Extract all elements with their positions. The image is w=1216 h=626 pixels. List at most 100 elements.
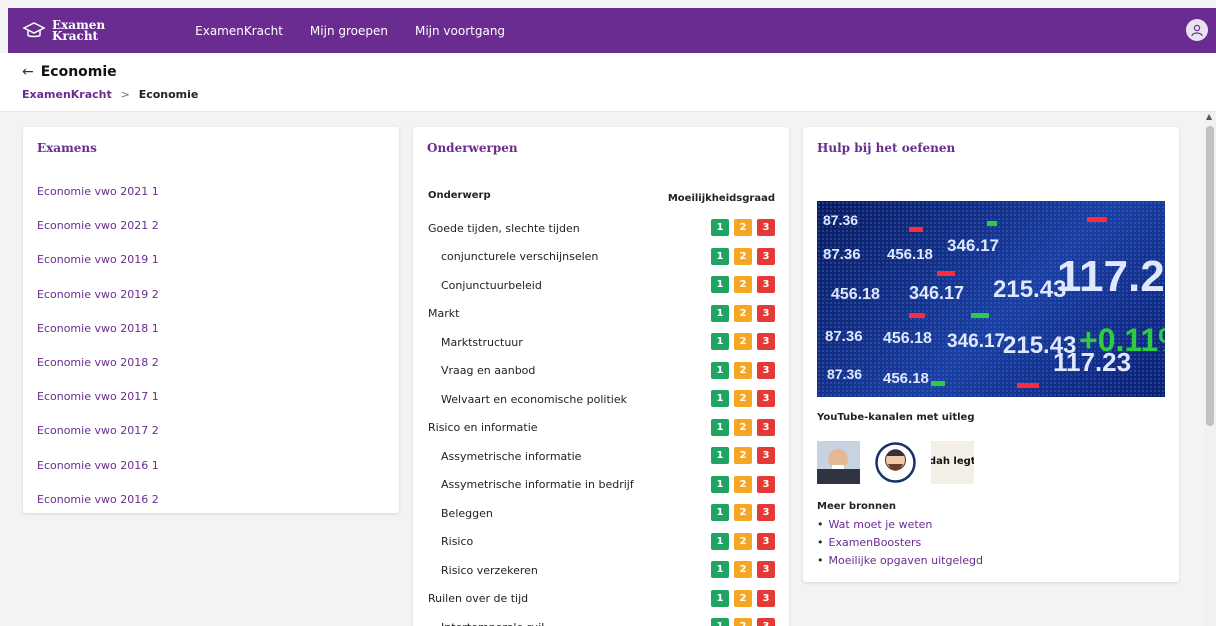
difficulty-3-button[interactable]: 3 <box>757 618 775 626</box>
table-row: Risico 1 2 3 <box>413 528 789 557</box>
difficulty-1-button[interactable]: 1 <box>711 447 729 464</box>
difficulty-1-button[interactable]: 1 <box>711 532 729 550</box>
topic-name: conjuncturele verschijnselen <box>441 250 599 264</box>
difficulty-3-button[interactable]: 3 <box>757 589 775 607</box>
difficulty-2-button[interactable]: 2 <box>734 418 752 436</box>
difficulty-1-button[interactable]: 1 <box>711 247 729 265</box>
ticker-number: 346.17 <box>947 236 999 255</box>
difficulty-3-button[interactable]: 3 <box>757 447 775 464</box>
topic-name: Marktstructuur <box>441 335 523 349</box>
difficulty-3-button[interactable]: 3 <box>757 276 775 293</box>
difficulty-1-button[interactable]: 1 <box>711 390 729 407</box>
difficulty-3-button[interactable]: 3 <box>757 504 775 521</box>
exam-link[interactable]: Economie vwo 2018 1 <box>37 322 159 335</box>
difficulty-2-button[interactable]: 2 <box>734 333 752 350</box>
difficulty-2-button[interactable]: 2 <box>734 304 752 322</box>
difficulty-1-button[interactable]: 1 <box>711 333 729 350</box>
difficulty-badges: 123 <box>706 589 775 607</box>
table-row: Welvaart en economische politiek 1 2 3 <box>413 385 789 414</box>
topic-name: Risico <box>441 535 474 549</box>
exam-link[interactable]: Economie vwo 2017 2 <box>37 424 159 437</box>
nav-link-examenkracht[interactable]: ExamenKracht <box>195 24 283 38</box>
difficulty-1-button[interactable]: 1 <box>711 418 729 436</box>
difficulty-1-button[interactable]: 1 <box>711 504 729 521</box>
exam-link[interactable]: Economie vwo 2019 1 <box>37 253 159 266</box>
list-item: Economie vwo 2016 1 <box>37 454 159 488</box>
exam-link[interactable]: Economie vwo 2016 2 <box>37 493 159 506</box>
brand-line-2: Kracht <box>52 28 99 43</box>
difficulty-2-button[interactable]: 2 <box>734 276 752 293</box>
channel-avatar-3[interactable]: feddah legt uit <box>931 441 974 484</box>
brand-logo[interactable]: Examen Kracht <box>22 19 105 43</box>
difficulty-1-button[interactable]: 1 <box>711 475 729 493</box>
ticker-number: 87.36 <box>823 246 861 263</box>
difficulty-2-button[interactable]: 2 <box>734 504 752 521</box>
stock-ticker-graphic: 87.36 87.36 456.18 346.17 456.18 346.17 … <box>817 201 1165 397</box>
nav-link-mijn-groepen[interactable]: Mijn groepen <box>310 24 388 38</box>
difficulty-2-button[interactable]: 2 <box>734 618 752 626</box>
scrollbar-thumb[interactable] <box>1206 126 1214 426</box>
scroll-up-arrow-icon[interactable]: ▲ <box>1206 112 1212 121</box>
difficulty-3-button[interactable]: 3 <box>757 532 775 550</box>
youtube-channel-list: feddah legt uit <box>817 441 988 484</box>
exam-list: Economie vwo 2021 1 Economie vwo 2021 2 … <box>37 180 159 522</box>
difficulty-1-button[interactable]: 1 <box>711 589 729 607</box>
back-arrow-icon[interactable]: ← <box>22 64 34 80</box>
exams-card-title: Examens <box>37 141 97 155</box>
resource-link[interactable]: Wat moet je weten <box>829 518 933 531</box>
difficulty-2-button[interactable]: 2 <box>734 561 752 578</box>
difficulty-2-button[interactable]: 2 <box>734 219 752 236</box>
resource-link[interactable]: Moeilijke opgaven uitgelegd <box>829 554 984 567</box>
table-row: Goede tijden, slechte tijden 1 2 3 <box>413 214 789 243</box>
difficulty-3-button[interactable]: 3 <box>757 475 775 493</box>
difficulty-badges: 123 <box>706 276 775 293</box>
channel-avatar-2[interactable] <box>874 441 917 484</box>
difficulty-3-button[interactable]: 3 <box>757 333 775 350</box>
difficulty-2-button[interactable]: 2 <box>734 390 752 407</box>
difficulty-1-button[interactable]: 1 <box>711 276 729 293</box>
difficulty-2-button[interactable]: 2 <box>734 475 752 493</box>
difficulty-badges: 123 <box>706 390 775 407</box>
difficulty-3-button[interactable]: 3 <box>757 361 775 379</box>
topic-name: Intertemporele ruil <box>441 621 544 626</box>
channel-avatar-1[interactable] <box>817 441 860 484</box>
help-card-title: Hulp bij het oefenen <box>817 141 956 155</box>
exam-link[interactable]: Economie vwo 2017 1 <box>37 390 159 403</box>
stock-ticker-image: 87.36 87.36 456.18 346.17 456.18 346.17 … <box>817 201 1165 397</box>
exam-link[interactable]: Economie vwo 2021 2 <box>37 219 159 232</box>
difficulty-1-button[interactable]: 1 <box>711 304 729 322</box>
difficulty-2-button[interactable]: 2 <box>734 247 752 265</box>
exam-link[interactable]: Economie vwo 2019 2 <box>37 288 159 301</box>
exam-link[interactable]: Economie vwo 2021 1 <box>37 185 159 198</box>
breadcrumb-link-home[interactable]: ExamenKracht <box>22 88 112 101</box>
channel-3-text: feddah legt uit <box>931 456 974 467</box>
difficulty-3-button[interactable]: 3 <box>757 304 775 322</box>
ticker-number: 346.17 <box>909 283 964 303</box>
ticker-number: 346.17 <box>947 331 1005 352</box>
back-row: ← Economie <box>22 64 117 80</box>
resource-link[interactable]: ExamenBoosters <box>829 536 922 549</box>
difficulty-1-button[interactable]: 1 <box>711 618 729 626</box>
user-menu-button[interactable] <box>1186 19 1208 41</box>
exam-link[interactable]: Economie vwo 2016 1 <box>37 459 159 472</box>
topic-table-body: Goede tijden, slechte tijden 1 2 3 conjunctu… <box>413 214 789 626</box>
difficulty-2-button[interactable]: 2 <box>734 589 752 607</box>
difficulty-3-button[interactable]: 3 <box>757 247 775 265</box>
difficulty-1-button[interactable]: 1 <box>711 361 729 379</box>
difficulty-3-button[interactable]: 3 <box>757 390 775 407</box>
difficulty-2-button[interactable]: 2 <box>734 532 752 550</box>
ticker-number: 456.18 <box>883 370 929 387</box>
page-scrollbar[interactable]: ▲ <box>1204 112 1216 626</box>
difficulty-2-button[interactable]: 2 <box>734 447 752 464</box>
bullet-icon: • <box>817 536 824 549</box>
difficulty-1-button[interactable]: 1 <box>711 561 729 578</box>
table-row: Risico en informatie 1 2 3 <box>413 414 789 443</box>
difficulty-3-button[interactable]: 3 <box>757 418 775 436</box>
difficulty-2-button[interactable]: 2 <box>734 361 752 379</box>
table-row: Assymetrische informatie in bedrijf 1 2 3 <box>413 471 789 500</box>
difficulty-3-button[interactable]: 3 <box>757 219 775 236</box>
nav-link-mijn-voortgang[interactable]: Mijn voortgang <box>415 24 505 38</box>
difficulty-1-button[interactable]: 1 <box>711 219 729 236</box>
difficulty-3-button[interactable]: 3 <box>757 561 775 578</box>
exam-link[interactable]: Economie vwo 2018 2 <box>37 356 159 369</box>
